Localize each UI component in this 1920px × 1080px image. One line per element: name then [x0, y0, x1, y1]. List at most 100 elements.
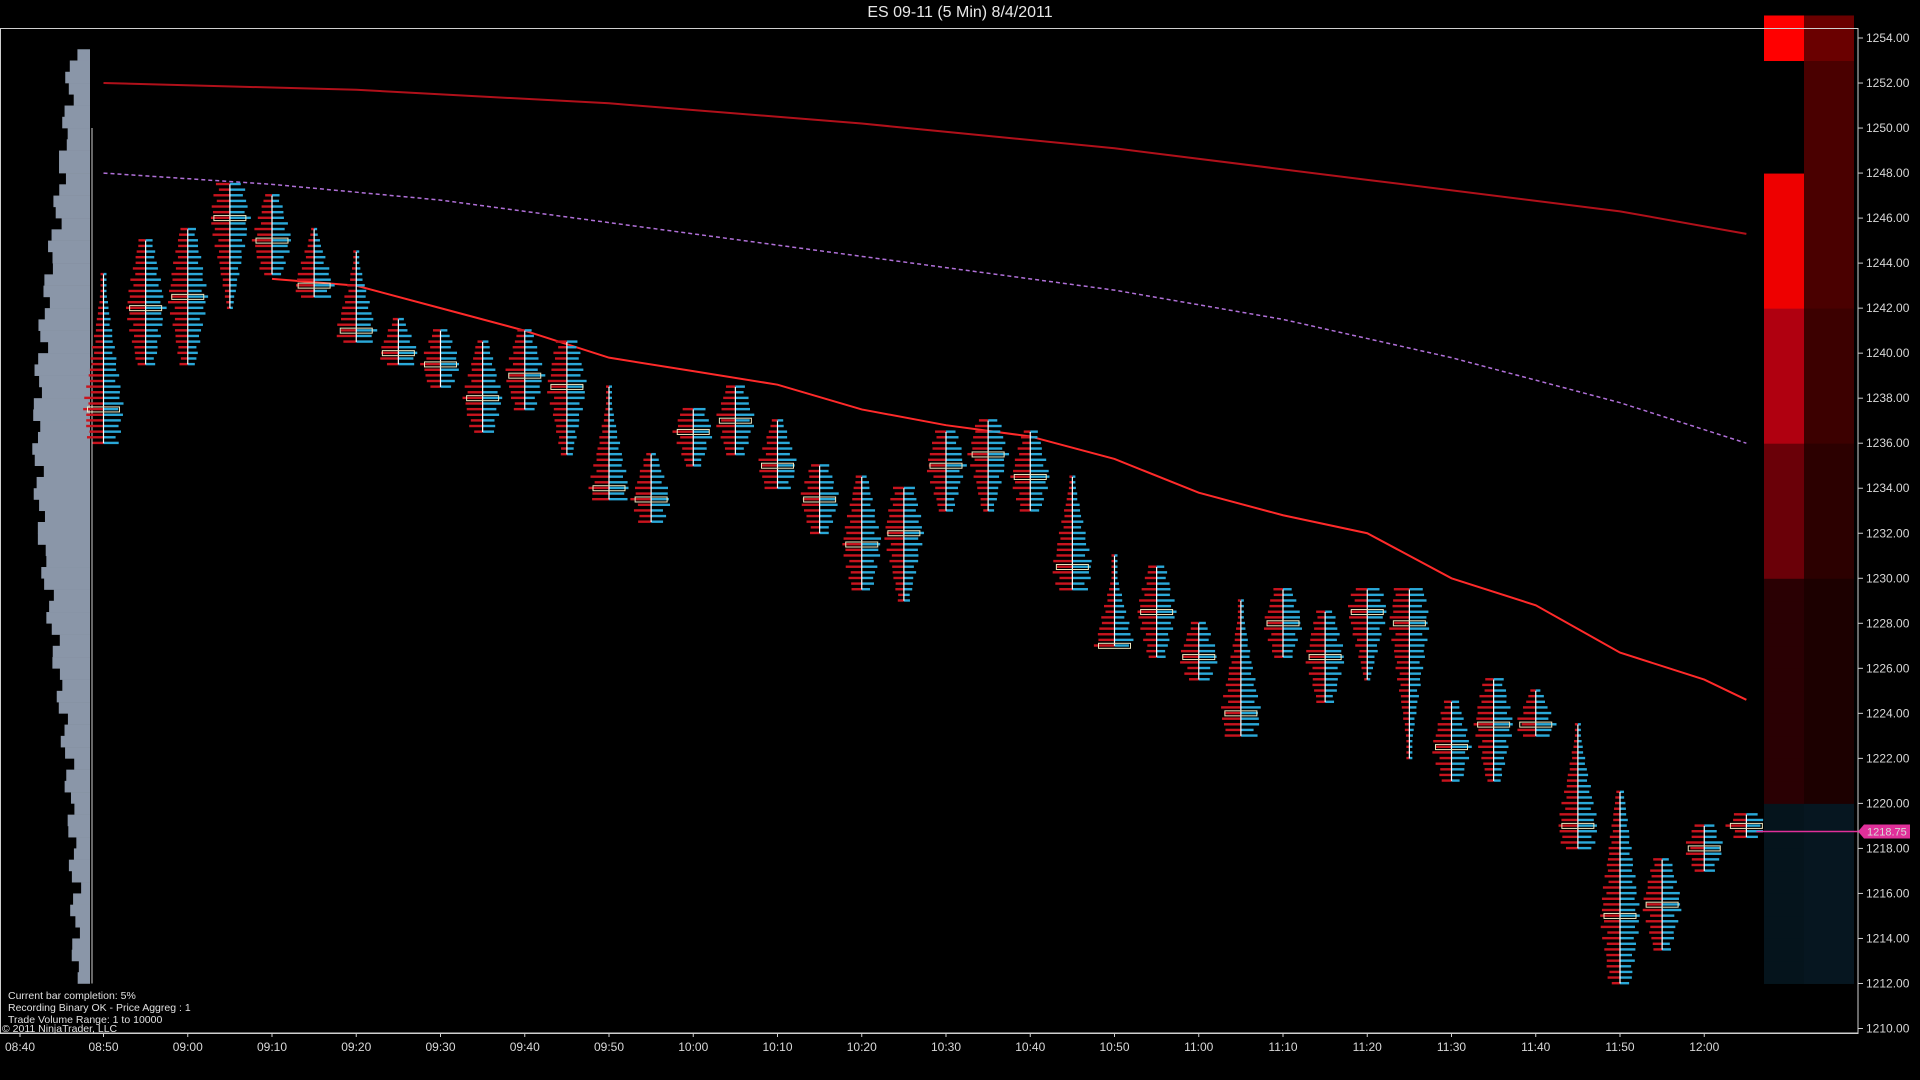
ask-volume-level	[861, 565, 878, 568]
session-profile-level	[73, 893, 90, 905]
bid-volume-level	[263, 199, 272, 203]
y-tick-label: 1234.00	[1866, 481, 1910, 495]
bid-volume-level	[967, 452, 989, 456]
axes	[0, 28, 1859, 1034]
heat-cell-ask	[1804, 173, 1854, 197]
ask-volume-level	[946, 486, 958, 490]
bid-volume-level	[1607, 931, 1620, 934]
bid-volume-level	[211, 205, 230, 208]
ask-volume-level	[145, 267, 158, 270]
bid-volume-level	[467, 391, 483, 394]
heat-cell-bid	[1764, 555, 1804, 579]
y-tick-label: 1220.00	[1866, 796, 1910, 810]
bid-volume-level	[1180, 661, 1199, 664]
bid-volume-level	[1607, 976, 1620, 979]
bid-volume-level	[592, 492, 609, 495]
ask-volume-level	[1493, 768, 1502, 771]
ask-volume-level	[903, 548, 918, 552]
ask-volume-level	[566, 340, 578, 343]
ask-volume-level	[1367, 588, 1380, 591]
ask-volume-level	[398, 323, 406, 326]
heat-cell-bid	[1764, 83, 1804, 107]
ask-volume-level	[988, 486, 999, 490]
ask-volume-level	[1451, 768, 1465, 771]
bid-volume-level	[261, 205, 272, 208]
ask-volume-level	[777, 441, 790, 445]
heat-cell-ask	[1804, 758, 1854, 782]
heat-cell-bid	[1764, 398, 1804, 422]
bid-volume-level	[1013, 469, 1031, 473]
ask-volume-level	[398, 362, 415, 366]
ask-volume-level	[1156, 627, 1174, 630]
bid-volume-level	[513, 351, 525, 355]
ask-volume-level	[356, 340, 373, 343]
ask-volume-level	[482, 407, 497, 411]
session-volume-profile	[32, 49, 93, 984]
ask-volume-level	[187, 312, 206, 315]
bid-volume-level	[1606, 891, 1620, 895]
heat-cell-ask	[1804, 825, 1854, 849]
bid-volume-level	[86, 424, 104, 428]
ask-volume-level	[187, 329, 202, 332]
ask-volume-level	[1367, 655, 1375, 658]
ask-volume-level	[566, 430, 576, 433]
ask-volume-level	[1493, 700, 1507, 703]
bid-volume-level	[556, 424, 567, 428]
ask-volume-level	[1198, 644, 1216, 647]
bid-volume-level	[1562, 835, 1578, 839]
bid-volume-level	[1224, 711, 1241, 715]
ask-volume-level	[903, 565, 914, 568]
ask-volume-level	[1072, 531, 1086, 535]
ask-volume-level	[1072, 571, 1089, 574]
ask-volume-level	[482, 430, 495, 433]
bid-volume-level	[84, 396, 104, 400]
bid-volume-level	[1393, 599, 1410, 602]
ask-volume-level	[103, 441, 119, 445]
ask-volume-level	[1325, 700, 1335, 703]
ask-volume-level	[609, 486, 629, 490]
ask-volume-level	[1493, 762, 1506, 765]
bid-volume-level	[1478, 745, 1494, 749]
ask-volume-level	[103, 424, 119, 428]
ask-volume-level	[946, 447, 962, 450]
bid-volume-level	[765, 452, 778, 456]
bid-volume-level	[725, 385, 736, 388]
chart-area[interactable]: 1210.001212.001214.001216.001218.001220.…	[0, 0, 1920, 1080]
ask-volume-level	[272, 205, 283, 208]
ask-volume-level	[187, 346, 197, 349]
ask-volume-level	[1030, 464, 1044, 467]
session-profile-level	[75, 915, 90, 928]
ask-volume-level	[1409, 604, 1422, 608]
ask-volume-level	[946, 464, 967, 467]
ask-volume-level	[229, 222, 246, 225]
heat-cell-bid	[1764, 825, 1804, 849]
ask-volume-level	[1240, 734, 1258, 737]
bid-volume-level	[392, 317, 399, 321]
session-profile-level	[46, 612, 90, 624]
ask-volume-level	[1620, 891, 1637, 895]
ask-volume-level	[272, 250, 290, 253]
ask-volume-level	[1577, 846, 1592, 850]
heat-cell-ask	[1804, 600, 1854, 624]
bid-volume-level	[169, 312, 188, 315]
bid-volume-level	[1691, 835, 1705, 839]
ask-volume-level	[145, 340, 158, 343]
heat-cell-ask	[1804, 353, 1854, 377]
bid-volume-level	[983, 509, 989, 512]
heat-cell-ask	[1804, 38, 1854, 62]
bid-volume-level	[977, 486, 989, 490]
bid-volume-level	[1435, 734, 1452, 737]
bid-volume-level	[1231, 661, 1241, 664]
ask-volume-level	[1451, 745, 1472, 749]
ask-volume-level	[398, 329, 408, 332]
bid-volume-level	[216, 199, 230, 203]
ask-volume-level	[1367, 633, 1382, 636]
ask-volume-level	[1704, 863, 1715, 867]
ask-volume-level	[566, 362, 582, 366]
bid-volume-level	[88, 402, 104, 405]
x-tick-label: 09:30	[425, 1040, 455, 1054]
bid-volume-level	[1437, 723, 1452, 726]
ask-volume-level	[1198, 666, 1211, 670]
bid-volume-level	[308, 239, 315, 242]
bid-volume-level	[1485, 678, 1494, 681]
